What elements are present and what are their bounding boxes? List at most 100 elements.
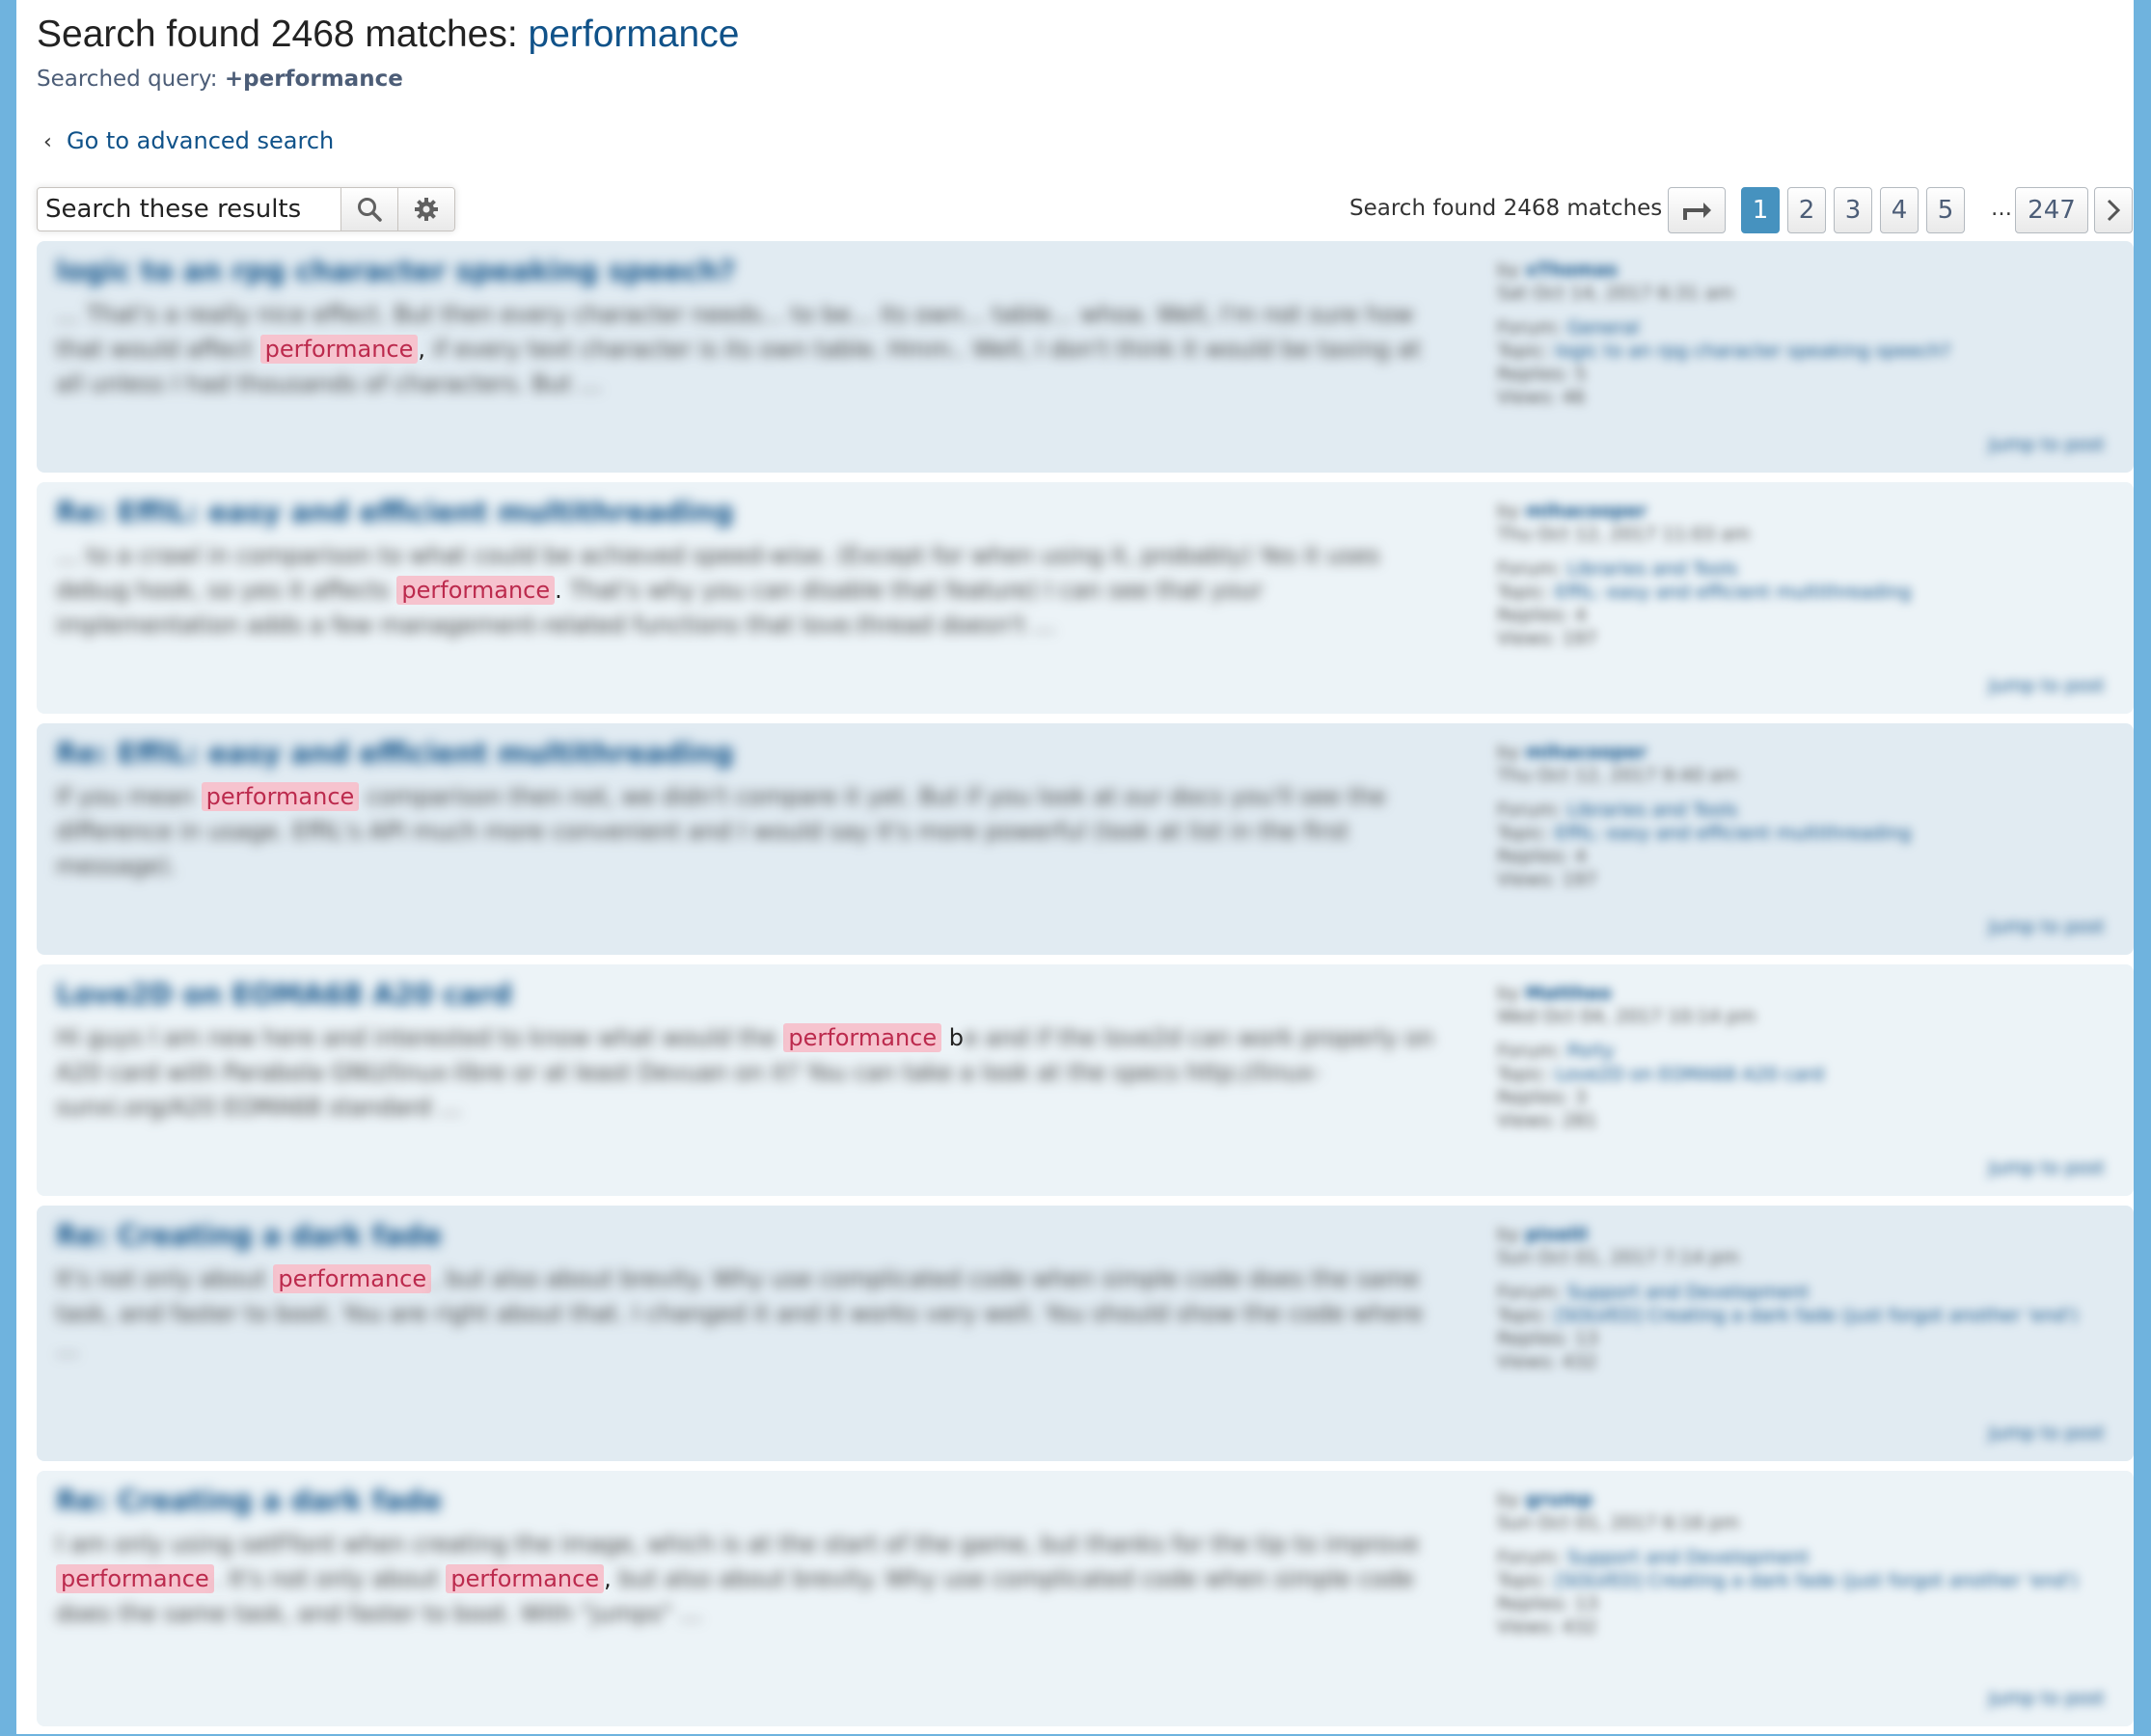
query-label: Searched query: xyxy=(37,67,225,92)
keyword-highlight: performance xyxy=(396,576,556,605)
search-results-list: logic to an rpg character speaking speec… xyxy=(37,241,2134,1736)
result-meta: by mihacooper Thu Oct 12, 2017 11:03 am … xyxy=(1497,500,2095,650)
post-author-link[interactable]: mihacooper xyxy=(1525,501,1647,522)
snippet-text: Hi guys I am new here and interested to … xyxy=(56,1024,784,1051)
result-snippet: It's not only about performance, but als… xyxy=(56,1261,1445,1366)
topic-link[interactable]: EffIL: easy and efficient multithreading xyxy=(1555,582,1911,603)
jump-to-post-link[interactable]: Jump to post xyxy=(1989,675,2105,696)
replies-count: 13 xyxy=(1574,1328,1598,1349)
keyword-highlight: performance xyxy=(273,1264,432,1293)
search-results-input[interactable] xyxy=(38,188,340,231)
forum-link[interactable]: Libraries and Tools xyxy=(1567,800,1738,821)
snippet-text: b xyxy=(941,1024,964,1051)
topic-link[interactable]: logic to an rpg character speaking speec… xyxy=(1555,340,1950,362)
topic-link[interactable]: [SOLVED] Creating a dark fade (just forg… xyxy=(1555,1305,2078,1326)
next-page-button[interactable] xyxy=(2094,187,2133,233)
snippet-text: , xyxy=(418,336,426,363)
topic-link[interactable]: EffIL: easy and efficient multithreading xyxy=(1555,823,1911,844)
result-snippet: If you mean performance comparison then … xyxy=(56,779,1445,883)
views-label: Views: xyxy=(1497,628,1557,649)
post-by-label: by xyxy=(1497,1489,1520,1510)
page-5-button[interactable]: 5 xyxy=(1926,187,1965,233)
views-label: Views: xyxy=(1497,1351,1557,1372)
result-meta: by pixelil Sun Oct 01, 2017 7:14 pm Foru… xyxy=(1497,1223,2095,1373)
arrow-right-icon xyxy=(1683,203,1711,220)
replies-label: Replies: xyxy=(1497,846,1569,867)
topic-link[interactable]: Love2D on EOMA68 A20 card xyxy=(1555,1064,1824,1085)
search-result-row: Re: EffIL: easy and efficient multithrea… xyxy=(37,723,2134,955)
keyword-highlight: performance xyxy=(201,782,360,811)
forum-label: Forum: xyxy=(1497,1547,1562,1568)
page-3-button[interactable]: 3 xyxy=(1834,187,1872,233)
post-author-link[interactable]: Mattheo xyxy=(1525,983,1611,1004)
topic-label: Topic: xyxy=(1497,1305,1550,1326)
forum-link[interactable]: Support and Development xyxy=(1567,1547,1810,1568)
snippet-text: , xyxy=(604,1565,612,1592)
post-date: Sat Oct 14, 2017 6:31 am xyxy=(1497,283,1734,304)
forum-link[interactable]: Libraries and Tools xyxy=(1567,558,1738,580)
page-1-button[interactable]: 1 xyxy=(1741,187,1780,233)
replies-label: Replies: xyxy=(1497,605,1569,626)
topic-label: Topic: xyxy=(1497,1570,1550,1591)
chevron-right-icon xyxy=(2107,199,2121,222)
page-4-button[interactable]: 4 xyxy=(1880,187,1919,233)
snippet-text: I am only using setFfont when creating t… xyxy=(56,1531,1420,1558)
views-count: 46 xyxy=(1562,387,1586,408)
page-2-button[interactable]: 2 xyxy=(1787,187,1826,233)
replies-count: 4 xyxy=(1574,846,1587,867)
replies-count: 5 xyxy=(1574,364,1587,385)
topic-label: Topic: xyxy=(1497,1064,1550,1085)
result-snippet: … That's a really nice effect. But then … xyxy=(56,297,1445,401)
post-by-label: by xyxy=(1497,259,1520,281)
result-meta: by xThomas Sat Oct 14, 2017 6:31 am Foru… xyxy=(1497,258,2095,409)
jump-to-post-link[interactable]: Jump to post xyxy=(1989,1157,2105,1179)
forum-link[interactable]: Support and Development xyxy=(1567,1282,1810,1303)
post-date: Sun Oct 01, 2017 6:16 pm xyxy=(1497,1512,1739,1533)
post-author-link[interactable]: xThomas xyxy=(1525,259,1618,281)
search-button[interactable] xyxy=(340,188,397,231)
forum-link[interactable]: General xyxy=(1567,317,1640,339)
jump-to-post-link[interactable]: Jump to post xyxy=(1989,1688,2105,1709)
post-author-link[interactable]: grump xyxy=(1525,1489,1593,1510)
keyword-highlight: performance xyxy=(446,1564,605,1593)
views-count: 197 xyxy=(1562,869,1597,890)
topic-label: Topic: xyxy=(1497,582,1550,603)
jump-to-post-link[interactable]: Jump to post xyxy=(1989,1423,2105,1444)
replies-label: Replies: xyxy=(1497,1593,1569,1614)
forum-link[interactable]: Porty xyxy=(1567,1041,1615,1062)
result-meta: by grump Sun Oct 01, 2017 6:16 pm Forum:… xyxy=(1497,1488,2095,1639)
pagination-ellipsis: … xyxy=(1991,197,2012,221)
jump-to-post-link[interactable]: Jump to post xyxy=(1989,434,2105,455)
title-keyword[interactable]: performance xyxy=(529,14,740,55)
search-result-row: Love2D on EOMA68 A20 card Hi guys I am ne… xyxy=(37,964,2134,1196)
keyword-highlight: performance xyxy=(259,335,419,364)
post-by-label: by xyxy=(1497,1224,1520,1245)
post-date: Thu Oct 12, 2017 11:03 am xyxy=(1497,524,1751,545)
views-count: 432 xyxy=(1562,1351,1597,1372)
result-snippet: … to a crawl in comparison to what could… xyxy=(56,538,1445,642)
result-meta: by mihacooper Thu Oct 12, 2017 9:40 am F… xyxy=(1497,741,2095,891)
topic-link[interactable]: [SOLVED] Creating a dark fade (just forg… xyxy=(1555,1570,2078,1591)
result-meta: by Mattheo Wed Oct 04, 2017 10:14 pm For… xyxy=(1497,982,2095,1132)
post-author-link[interactable]: mihacooper xyxy=(1525,742,1647,763)
jump-to-page-button[interactable] xyxy=(1668,187,1726,233)
views-label: Views: xyxy=(1497,1110,1557,1131)
views-count: 281 xyxy=(1562,1110,1597,1131)
views-label: Views: xyxy=(1497,387,1557,408)
advanced-search-button[interactable] xyxy=(397,188,454,231)
search-icon xyxy=(358,198,382,222)
views-label: Views: xyxy=(1497,869,1557,890)
keyword-highlight: performance xyxy=(56,1564,214,1593)
forum-label: Forum: xyxy=(1497,800,1562,821)
advanced-search-link[interactable]: ‹ Go to advanced search xyxy=(43,127,334,154)
forum-label: Forum: xyxy=(1497,1041,1562,1062)
page-last-button[interactable]: 247 xyxy=(2015,187,2088,233)
search-results-box xyxy=(37,187,455,231)
replies-count: 3 xyxy=(1574,1087,1587,1108)
post-author-link[interactable]: pixelil xyxy=(1525,1224,1588,1245)
jump-to-post-link[interactable]: Jump to post xyxy=(1989,916,2105,937)
views-count: 197 xyxy=(1562,628,1597,649)
replies-count: 4 xyxy=(1574,605,1587,626)
forum-label: Forum: xyxy=(1497,558,1562,580)
query-value: +performance xyxy=(224,67,403,92)
